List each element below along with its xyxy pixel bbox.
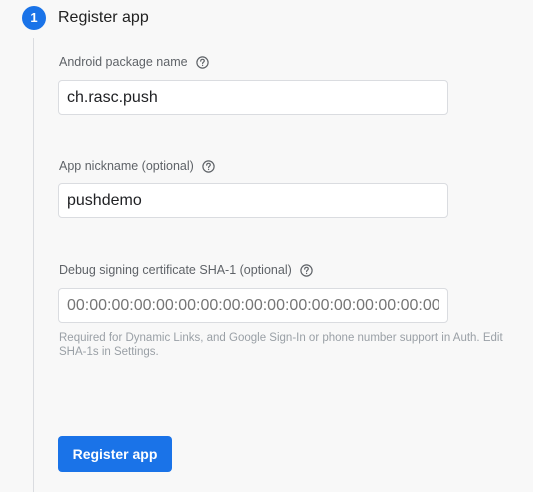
nickname-label-row: App nickname (optional)	[59, 158, 215, 174]
step-title: Register app	[58, 9, 149, 26]
sha1-label: Debug signing certificate SHA-1 (optiona…	[59, 263, 292, 277]
sha1-input[interactable]	[58, 288, 448, 323]
package-name-label: Android package name	[59, 55, 188, 69]
sha1-hint-text: Required for Dynamic Links, and Google S…	[59, 332, 503, 358]
register-app-button[interactable]: Register app	[58, 436, 172, 472]
step-connector-line	[33, 38, 34, 492]
sha1-label-row: Debug signing certificate SHA-1 (optiona…	[59, 262, 313, 278]
register-app-step: 1 Register app Android package name App …	[0, 0, 533, 492]
package-name-label-row: Android package name	[59, 54, 209, 70]
step-number-badge: 1	[22, 6, 46, 30]
nickname-input[interactable]	[58, 183, 448, 218]
help-circle-icon[interactable]	[300, 263, 313, 277]
package-name-input[interactable]	[58, 80, 448, 115]
help-circle-icon[interactable]	[202, 159, 215, 173]
help-circle-icon[interactable]	[195, 55, 209, 69]
nickname-label: App nickname (optional)	[59, 159, 194, 173]
